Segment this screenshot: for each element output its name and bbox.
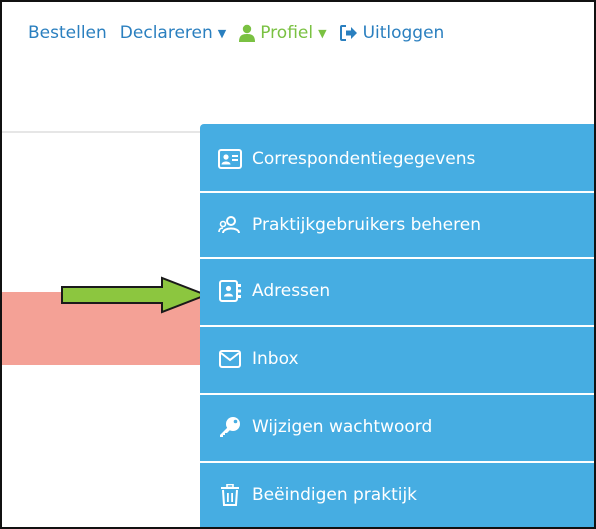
menu-item-inbox[interactable]: Inbox: [200, 327, 594, 391]
caret-down-icon: ▼: [217, 26, 227, 40]
nav-bestellen-link[interactable]: Bestellen: [28, 23, 107, 43]
caret-down-icon: ▼: [318, 26, 327, 40]
envelope-icon: [218, 347, 242, 371]
arrow-right-icon: [61, 276, 209, 314]
key-icon: [218, 415, 242, 439]
sign-out-icon: [339, 25, 358, 41]
menu-item-label: Praktijkgebruikers beheren: [252, 215, 481, 235]
id-card-icon: [218, 147, 242, 171]
nav-declareren-label: Declareren: [119, 23, 213, 43]
user-icon: [239, 24, 256, 42]
menu-item-label: Correspondentiegegevens: [252, 149, 476, 169]
trash-icon: [218, 483, 242, 507]
menu-item-label: Beëindigen praktijk: [252, 485, 418, 505]
nav-bestellen-label: Bestellen: [28, 23, 107, 43]
nav-declareren-dropdown[interactable]: Declareren ▼: [120, 23, 226, 43]
menu-item-label: Adressen: [252, 281, 331, 301]
menu-item-adressen[interactable]: Adressen: [200, 259, 594, 323]
nav-profiel-dropdown[interactable]: Profiel ▼: [239, 23, 327, 43]
menu-item-wijzigen-wachtwoord[interactable]: Wijzigen wachtwoord: [200, 395, 594, 459]
menu-item-praktijkgebruikers[interactable]: Praktijkgebruikers beheren: [200, 193, 594, 257]
nav-profiel-label: Profiel: [260, 23, 314, 43]
profile-dropdown-menu: Correspondentiegegevens Praktijkgebruike…: [200, 124, 594, 527]
nav-uitloggen-link[interactable]: Uitloggen: [339, 23, 445, 43]
header-divider: [2, 131, 212, 133]
menu-item-label: Inbox: [252, 349, 299, 369]
menu-item-label: Wijzigen wachtwoord: [252, 417, 433, 437]
screenshot-frame: Bestellen Declareren ▼ Profiel ▼ Uitlogg…: [0, 0, 596, 529]
nav-uitloggen-label: Uitloggen: [362, 23, 445, 43]
top-navigation: Bestellen Declareren ▼ Profiel ▼ Uitlogg…: [28, 19, 444, 47]
users-icon: [218, 213, 242, 237]
menu-item-beeindigen-praktijk[interactable]: Beëindigen praktijk: [200, 463, 594, 527]
address-book-icon: [218, 279, 242, 303]
menu-item-correspondentiegegevens[interactable]: Correspondentiegegevens: [200, 127, 594, 191]
